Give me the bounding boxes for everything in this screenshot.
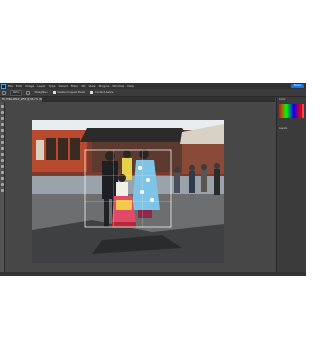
history-brush-tool-icon[interactable] <box>1 165 4 168</box>
color-picker[interactable] <box>277 102 306 122</box>
status-bar <box>0 272 306 276</box>
layers-panel-title[interactable]: Layers <box>277 126 306 131</box>
frame-tool-icon[interactable] <box>1 135 4 138</box>
object-select-tool-icon[interactable] <box>1 123 4 126</box>
marquee-tool-icon[interactable] <box>1 111 4 114</box>
swap-icon[interactable] <box>26 90 31 95</box>
ratio-select[interactable]: Ratio <box>10 89 23 96</box>
stamp-tool-icon[interactable] <box>1 159 4 162</box>
delete-cropped-label: Delete Cropped Pixels <box>57 91 85 94</box>
photo-content <box>32 120 224 263</box>
hand-tool-icon[interactable] <box>1 189 4 192</box>
crop-tool-icon[interactable] <box>1 129 4 132</box>
brush-tool-icon[interactable] <box>1 153 4 156</box>
options-bar: Ratio Straighten Delete Cropped Pixels C… <box>0 89 306 97</box>
canvas-area[interactable] <box>5 102 275 272</box>
content-aware-checkbox[interactable] <box>89 91 93 94</box>
eyedropper-tool-icon[interactable] <box>1 141 4 144</box>
right-panels: Color Layers <box>276 97 306 272</box>
straighten-button[interactable]: Straighten <box>34 91 47 94</box>
crop-tool-icon[interactable] <box>2 90 6 95</box>
lasso-tool-icon[interactable] <box>1 117 4 120</box>
move-tool-icon[interactable] <box>1 105 4 108</box>
content-aware-label: Content-Aware <box>94 91 114 94</box>
type-tool-icon[interactable] <box>1 183 4 186</box>
eraser-tool-icon[interactable] <box>1 171 4 174</box>
healing-tool-icon[interactable] <box>1 147 4 150</box>
delete-cropped-checkbox[interactable] <box>52 91 56 94</box>
document-photo[interactable] <box>32 120 224 263</box>
share-button[interactable]: Share <box>290 84 304 88</box>
gradient-tool-icon[interactable] <box>1 177 4 180</box>
photoshop-logo-icon <box>1 83 6 89</box>
photoshop-window: File Edit Image Layer Type Select Filter… <box>0 83 306 276</box>
